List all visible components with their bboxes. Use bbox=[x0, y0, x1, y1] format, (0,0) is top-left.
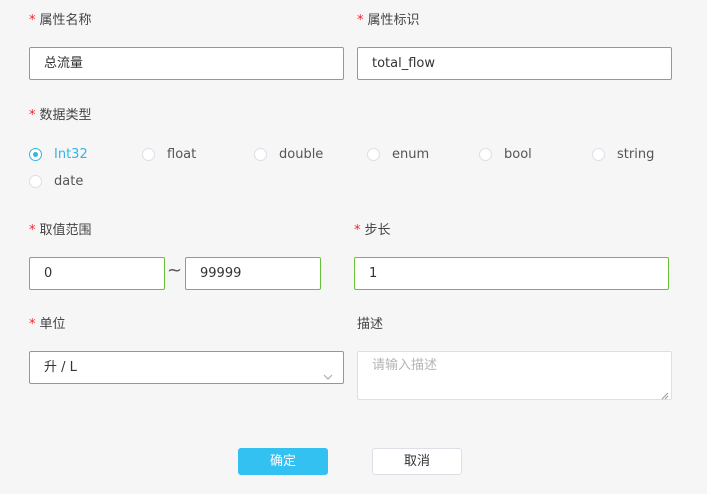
radio-double[interactable]: double bbox=[254, 146, 323, 162]
chevron-down-icon bbox=[323, 363, 333, 380]
radio-circle bbox=[29, 147, 42, 161]
radio-string[interactable]: string bbox=[592, 146, 654, 162]
description-textarea[interactable]: 请输入描述 bbox=[357, 351, 672, 400]
radio-date[interactable]: date bbox=[29, 173, 83, 189]
radio-circle bbox=[479, 147, 492, 161]
unit-select[interactable]: 升 / L bbox=[29, 351, 344, 384]
description-label: 描述 bbox=[357, 317, 384, 332]
radio-circle bbox=[367, 147, 380, 161]
range-min-input[interactable]: 0 bbox=[29, 257, 165, 290]
range-separator: ~ bbox=[167, 260, 183, 281]
data-type-label: * 数据类型 bbox=[29, 108, 92, 123]
description-placeholder: 请输入描述 bbox=[372, 358, 438, 373]
range-max-input[interactable]: 99999 bbox=[185, 257, 321, 290]
radio-bool[interactable]: bool bbox=[479, 146, 532, 162]
unit-select-value: 升 / L bbox=[44, 360, 77, 375]
attr-id-input[interactable]: total_flow bbox=[357, 47, 672, 80]
required-mark: * bbox=[357, 13, 364, 28]
radio-circle bbox=[29, 174, 42, 188]
step-label: * 步长 bbox=[354, 223, 391, 238]
required-mark: * bbox=[354, 223, 361, 238]
required-mark: * bbox=[29, 13, 36, 28]
resize-handle-icon[interactable] bbox=[661, 389, 669, 400]
required-mark: * bbox=[29, 108, 36, 123]
radio-circle bbox=[142, 147, 155, 161]
required-mark: * bbox=[29, 223, 36, 238]
attr-name-input[interactable]: 总流量 bbox=[29, 47, 344, 80]
cancel-button[interactable]: 取消 bbox=[372, 448, 462, 475]
required-mark: * bbox=[29, 317, 36, 332]
radio-int32[interactable]: Int32 bbox=[29, 146, 88, 162]
unit-label: * 单位 bbox=[29, 317, 66, 332]
radio-float[interactable]: float bbox=[142, 146, 196, 162]
attr-id-label: * 属性标识 bbox=[357, 13, 420, 28]
radio-circle bbox=[592, 147, 605, 161]
step-input[interactable]: 1 bbox=[354, 257, 669, 290]
radio-enum[interactable]: enum bbox=[367, 146, 429, 162]
range-label: * 取值范围 bbox=[29, 223, 92, 238]
attr-name-label: * 属性名称 bbox=[29, 13, 92, 28]
radio-circle bbox=[254, 147, 267, 161]
confirm-button[interactable]: 确定 bbox=[238, 448, 328, 475]
